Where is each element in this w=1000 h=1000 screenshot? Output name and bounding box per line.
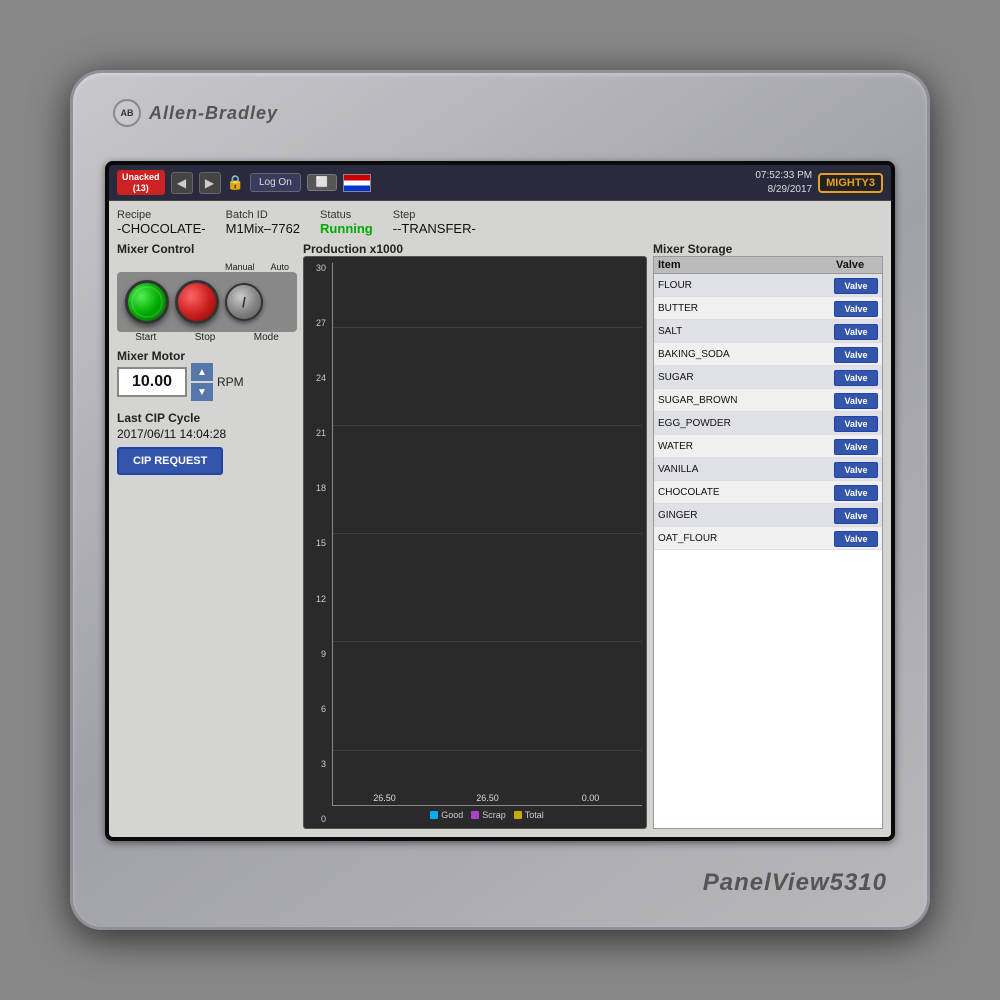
- mixer-control-title: Mixer Control: [117, 242, 297, 256]
- screen-icon: ⬜: [307, 174, 337, 191]
- storage-table: Item Valve FLOUR Valve BUTTER Valve: [653, 256, 883, 829]
- ab-icon: AB: [113, 99, 141, 127]
- mixer-motor-title: Mixer Motor: [117, 349, 297, 363]
- valve-flour-button[interactable]: Valve: [834, 278, 878, 294]
- chart-legend: Good Scrap Total: [332, 806, 642, 824]
- device-shell: AB Allen-Bradley Unacked (13) ◀ ▶ 🔒 Log …: [70, 70, 930, 930]
- stop-button[interactable]: [175, 280, 219, 324]
- rpm-arrows: ▲ ▼: [191, 363, 213, 401]
- valve-butter-button[interactable]: Valve: [834, 301, 878, 317]
- mighty-badge: MIGHTY3: [818, 173, 883, 193]
- brand-name: Allen-Bradley: [149, 103, 278, 124]
- valve-sugar-brown-button[interactable]: Valve: [834, 393, 878, 409]
- production-title: Production x1000: [303, 242, 647, 256]
- left-panel: Mixer Control Manual Auto: [117, 242, 297, 829]
- main-content: Recipe -CHOCOLATE- Batch ID M1Mix–7762 S…: [109, 201, 891, 837]
- table-row: SALT Valve: [654, 320, 882, 343]
- mixer-buttons: [117, 272, 297, 332]
- table-row: VANILLA Valve: [654, 458, 882, 481]
- motor-control: 10.00 ▲ ▼ RPM: [117, 363, 297, 401]
- bar-scrap: 26.50: [440, 793, 535, 805]
- status-group: Status Running: [320, 209, 373, 236]
- cip-request-button[interactable]: CIP REQUEST: [117, 447, 223, 475]
- alarm-button[interactable]: Unacked (13): [117, 170, 165, 196]
- datetime-display: 07:52:33 PM 8/29/2017: [755, 169, 812, 197]
- step-group: Step --TRANSFER-: [393, 209, 476, 236]
- valve-egg-powder-button[interactable]: Valve: [834, 416, 878, 432]
- button-labels: Start Stop Mode: [117, 332, 297, 343]
- chart-bars: 26.50 26.50: [332, 263, 642, 806]
- table-row: BAKING_SODA Valve: [654, 343, 882, 366]
- start-button[interactable]: [125, 280, 169, 324]
- right-panel: Mixer Storage Item Valve FLOUR Valve: [653, 242, 883, 829]
- valve-ginger-button[interactable]: Valve: [834, 508, 878, 524]
- table-row: OAT_FLOUR Valve: [654, 527, 882, 550]
- table-row: CHOCOLATE Valve: [654, 481, 882, 504]
- valve-salt-button[interactable]: Valve: [834, 324, 878, 340]
- panelview-label: PanelView5310: [703, 869, 887, 897]
- device-top-bar: AB Allen-Bradley: [103, 93, 897, 133]
- table-row: BUTTER Valve: [654, 297, 882, 320]
- table-header: Item Valve: [654, 257, 882, 274]
- legend-total: Total: [514, 810, 544, 820]
- flag-icon: [343, 174, 371, 192]
- rpm-display[interactable]: 10.00: [117, 367, 187, 397]
- status-bar: Unacked (13) ◀ ▶ 🔒 Log On ⬜ 07:52:33 PM …: [109, 165, 891, 201]
- table-row: FLOUR Valve: [654, 274, 882, 297]
- legend-good: Good: [430, 810, 463, 820]
- cip-label: Last CIP Cycle: [117, 411, 297, 425]
- valve-oat-flour-button[interactable]: Valve: [834, 531, 878, 547]
- cip-section: Last CIP Cycle 2017/06/11 14:04:28 CIP R…: [117, 411, 297, 475]
- rpm-down-button[interactable]: ▼: [191, 383, 213, 401]
- rpm-up-button[interactable]: ▲: [191, 363, 213, 381]
- mid-panel: Production x1000 30 27 24 21 18 15 12 9: [303, 242, 647, 829]
- recipe-group: Recipe -CHOCOLATE-: [117, 209, 206, 236]
- bar-good: 26.50: [337, 793, 432, 805]
- manual-auto-labels: Manual Auto: [117, 262, 297, 272]
- nav-forward-button[interactable]: ▶: [199, 172, 221, 194]
- valve-baking-soda-button[interactable]: Valve: [834, 347, 878, 363]
- panels: Mixer Control Manual Auto: [117, 242, 883, 829]
- cip-date: 2017/06/11 14:04:28: [117, 427, 297, 441]
- chart-y-axis: 30 27 24 21 18 15 12 9 6 3 0: [308, 263, 328, 824]
- chart-area: 30 27 24 21 18 15 12 9 6 3 0: [303, 256, 647, 829]
- info-row: Recipe -CHOCOLATE- Batch ID M1Mix–7762 S…: [117, 209, 883, 236]
- valve-chocolate-button[interactable]: Valve: [834, 485, 878, 501]
- table-row: WATER Valve: [654, 435, 882, 458]
- nav-back-button[interactable]: ◀: [171, 172, 193, 194]
- screen: Unacked (13) ◀ ▶ 🔒 Log On ⬜ 07:52:33 PM …: [109, 165, 891, 837]
- logon-button[interactable]: Log On: [250, 173, 301, 192]
- table-row: SUGAR Valve: [654, 366, 882, 389]
- screen-bezel: Unacked (13) ◀ ▶ 🔒 Log On ⬜ 07:52:33 PM …: [105, 161, 895, 841]
- mixer-storage-title: Mixer Storage: [653, 242, 883, 256]
- lock-icon: 🔒: [227, 174, 244, 191]
- valve-vanilla-button[interactable]: Valve: [834, 462, 878, 478]
- valve-sugar-button[interactable]: Valve: [834, 370, 878, 386]
- table-row: SUGAR_BROWN Valve: [654, 389, 882, 412]
- bar-total: 0.00: [543, 793, 638, 805]
- batch-group: Batch ID M1Mix–7762: [226, 209, 300, 236]
- device-bottom-bar: PanelView5310: [103, 869, 897, 897]
- rpm-label: RPM: [217, 375, 244, 389]
- legend-scrap: Scrap: [471, 810, 506, 820]
- mode-dial[interactable]: [225, 283, 263, 321]
- table-row: EGG_POWDER Valve: [654, 412, 882, 435]
- table-row: GINGER Valve: [654, 504, 882, 527]
- mixer-motor-section: Mixer Motor 10.00 ▲ ▼ RPM: [117, 349, 297, 401]
- ab-logo: AB Allen-Bradley: [113, 99, 278, 127]
- valve-water-button[interactable]: Valve: [834, 439, 878, 455]
